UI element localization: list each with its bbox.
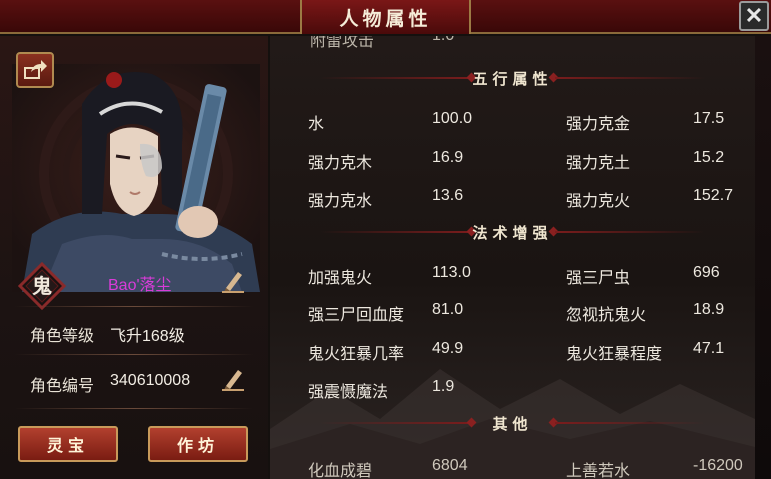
attr-label: 鬼火狂暴程度	[566, 346, 663, 363]
attr-label: 强力克木	[308, 155, 373, 172]
level-value: 飞升168级	[110, 328, 185, 345]
school-glyph: 鬼	[32, 274, 52, 298]
attr-value: 696	[693, 264, 720, 281]
attr-value: 49.9	[432, 340, 464, 357]
title-plate: 人物属性	[300, 0, 471, 34]
close-button[interactable]: ✕	[739, 1, 769, 31]
attr-value: 6804	[432, 457, 468, 474]
school-emblem-icon: 鬼	[18, 262, 66, 310]
attr-label: 强三尸虫	[566, 270, 631, 287]
attr-label: 加强鬼火	[308, 270, 373, 287]
attributes-panel[interactable]: 附雷攻击 1.0 五行属性 水 100.0 强力克金 17.5 强力克木 16.…	[270, 36, 755, 479]
attr-value: 17.5	[693, 110, 725, 127]
attr-value: -16200	[693, 457, 743, 474]
attr-label: 水	[308, 116, 325, 133]
edit-name-icon[interactable]	[220, 268, 246, 294]
attr-label: 强力克水	[308, 193, 373, 210]
divider	[14, 306, 254, 307]
scrollbar[interactable]	[755, 36, 771, 479]
attr-value: 15.2	[693, 149, 725, 166]
share-button[interactable]	[16, 52, 54, 88]
attr-value: 13.6	[432, 187, 464, 204]
attr-value: 47.1	[693, 340, 725, 357]
section-title: 其他	[492, 414, 533, 433]
attr-value: 16.9	[432, 149, 464, 166]
attr-label: 上善若水	[566, 463, 631, 479]
character-panel: 鬼 Bao'落尘 角色等级 飞升168级 角色编号 340610008 灵宝 作…	[0, 36, 268, 479]
edit-id-icon[interactable]	[220, 366, 246, 392]
section-header: 其他	[270, 410, 755, 436]
attr-label: 化血成碧	[308, 463, 373, 479]
section-header: 法术增强	[270, 219, 755, 245]
attr-value: 81.0	[432, 301, 464, 318]
attr-value: 18.9	[693, 301, 725, 318]
attr-label: 强力克金	[566, 116, 631, 133]
title-bar: 人物属性 ✕	[0, 0, 771, 34]
attr-value: 100.0	[432, 110, 473, 127]
attr-label: 鬼火狂暴几率	[308, 346, 405, 363]
share-icon	[24, 60, 47, 79]
attr-value: 1.9	[432, 378, 455, 395]
attr-label-cut: 附雷攻击	[310, 36, 375, 50]
attr-value: 152.7	[693, 187, 734, 204]
character-name: Bao'落尘	[108, 277, 172, 294]
attr-label: 忽视抗鬼火	[566, 307, 647, 324]
id-label: 角色编号	[30, 378, 95, 395]
section-header: 五行属性	[270, 65, 755, 91]
attr-label: 强三尸回血度	[308, 307, 405, 324]
window-title: 人物属性	[339, 7, 432, 30]
id-value: 340610008	[110, 372, 191, 389]
attr-value-cut: 1.0	[432, 36, 454, 45]
attr-label: 强力克火	[566, 193, 631, 210]
attr-value: 113.0	[432, 264, 471, 281]
section-title: 五行属性	[472, 69, 553, 88]
section-title: 法术增强	[472, 223, 553, 242]
divider	[14, 408, 254, 409]
attr-label: 强震慑魔法	[308, 384, 389, 401]
close-icon: ✕	[744, 3, 764, 28]
level-label: 角色等级	[30, 328, 95, 345]
character-portrait	[12, 64, 260, 292]
attr-label: 强力克土	[566, 155, 631, 172]
lingbao-button[interactable]: 灵宝	[18, 426, 118, 462]
zuofang-button[interactable]: 作坊	[148, 426, 248, 462]
divider	[14, 354, 254, 355]
